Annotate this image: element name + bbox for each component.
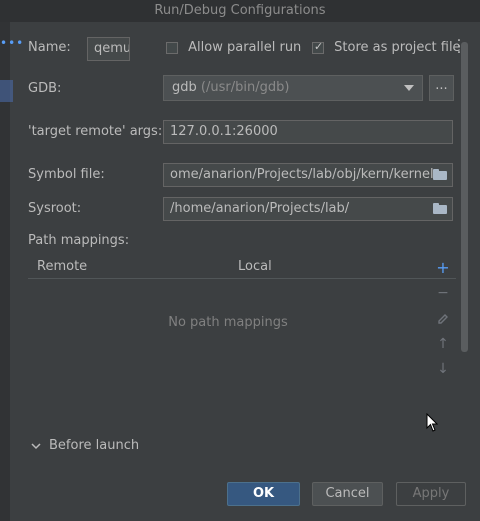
symbol-file-value: ome/anarion/Projects/lab/obj/kern/kernel xyxy=(170,167,434,182)
move-down-icon[interactable]: ↓ xyxy=(436,361,450,377)
chevron-down-icon[interactable] xyxy=(31,442,41,450)
name-label: Name: xyxy=(28,40,71,55)
allow-parallel-checkbox[interactable]: Allow parallel run xyxy=(166,40,301,55)
name-input[interactable]: qemu xyxy=(87,37,130,61)
symbol-file-input[interactable]: ome/anarion/Projects/lab/obj/kern/kernel xyxy=(163,163,453,187)
folder-icon[interactable] xyxy=(433,203,447,214)
symbol-file-label: Symbol file: xyxy=(28,167,105,182)
gdb-label: GDB: xyxy=(28,81,62,96)
column-remote[interactable]: Remote xyxy=(37,259,87,274)
column-local[interactable]: Local xyxy=(238,259,272,274)
gdb-value: gdb xyxy=(172,80,197,95)
sysroot-input[interactable]: /home/anarion/Projects/lab/ xyxy=(163,197,453,221)
store-as-project-box[interactable]: ✓ xyxy=(312,39,324,54)
store-as-project-checkbox[interactable]: ✓ Store as project file xyxy=(312,40,461,55)
sysroot-label: Sysroot: xyxy=(28,201,82,216)
store-as-project-label: Store as project file xyxy=(334,40,461,55)
window-title: Run/Debug Configurations xyxy=(154,3,326,18)
target-remote-input[interactable]: 127.0.0.1:26000 xyxy=(163,120,453,144)
allow-parallel-box[interactable] xyxy=(166,41,178,54)
remove-icon[interactable]: − xyxy=(436,285,450,301)
target-remote-label: 'target remote' args: xyxy=(28,124,163,139)
chevron-down-icon xyxy=(404,85,414,91)
tree-more-icon[interactable]: ••• xyxy=(0,36,24,50)
sysroot-value: /home/anarion/Projects/lab/ xyxy=(170,201,350,216)
add-icon[interactable]: + xyxy=(436,258,450,277)
before-launch-label[interactable]: Before launch xyxy=(49,438,139,453)
cancel-button[interactable]: Cancel xyxy=(312,482,383,506)
move-up-icon[interactable]: ↑ xyxy=(436,336,450,352)
gdb-browse-button[interactable]: ... xyxy=(429,75,454,101)
apply-button[interactable]: Apply xyxy=(396,482,466,506)
scrollbar-thumb[interactable] xyxy=(461,42,468,352)
folder-icon[interactable] xyxy=(433,169,447,180)
allow-parallel-label: Allow parallel run xyxy=(188,40,302,55)
path-mappings-empty-text: No path mappings xyxy=(168,315,288,330)
ok-button[interactable]: OK xyxy=(227,482,300,506)
pencil-icon[interactable] xyxy=(437,313,449,325)
mouse-cursor-icon xyxy=(426,413,438,432)
tree-selected-item[interactable] xyxy=(0,80,13,102)
path-mappings-table-header: Remote Local xyxy=(28,254,456,279)
gdb-path: (/usr/bin/gdb) xyxy=(200,80,290,95)
path-mappings-label: Path mappings: xyxy=(28,233,130,248)
gdb-select[interactable]: gdb (/usr/bin/gdb) xyxy=(163,75,423,101)
check-icon: ✓ xyxy=(314,39,324,53)
